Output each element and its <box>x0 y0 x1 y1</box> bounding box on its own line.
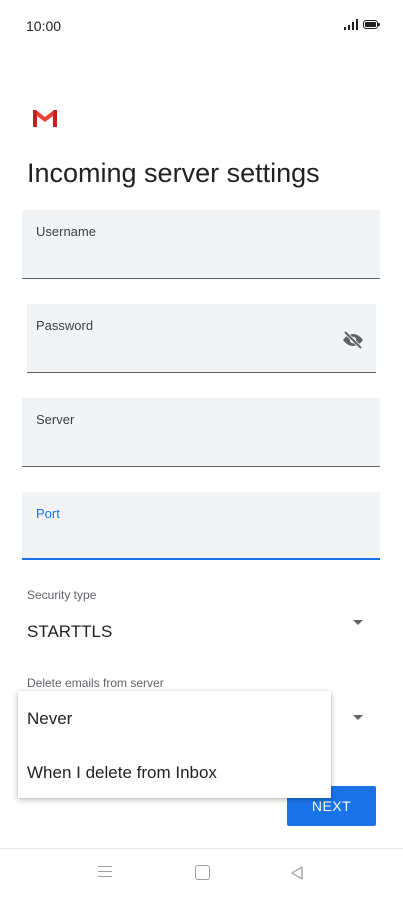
server-field[interactable]: Server <box>22 398 380 467</box>
nav-home-icon[interactable] <box>195 865 210 880</box>
server-label: Server <box>36 412 75 427</box>
system-nav-bar <box>0 848 403 897</box>
security-type-value: STARTTLS <box>27 622 113 641</box>
dropdown-arrow-icon <box>353 715 363 720</box>
password-label: Password <box>36 318 94 333</box>
username-label: Username <box>36 224 96 239</box>
nav-back-icon[interactable] <box>289 865 305 881</box>
gmail-logo <box>33 110 57 127</box>
delete-emails-menu: Never When I delete from Inbox <box>18 691 331 798</box>
port-field[interactable]: Port <box>22 492 380 560</box>
port-label: Port <box>36 506 60 521</box>
battery-icon <box>363 20 380 29</box>
signal-icon <box>344 19 358 30</box>
nav-menu-icon[interactable] <box>98 866 112 881</box>
status-time: 10:00 <box>26 18 62 34</box>
visibility-off-icon[interactable] <box>341 330 365 350</box>
status-icons <box>344 19 380 30</box>
menu-item-never[interactable]: Never <box>27 709 72 729</box>
password-field[interactable]: Password <box>27 304 376 373</box>
security-type-label: Security type <box>27 588 97 602</box>
delete-emails-label: Delete emails from server <box>27 676 164 690</box>
menu-item-when-deleted[interactable]: When I delete from Inbox <box>27 763 217 783</box>
page-title: Incoming server settings <box>27 158 320 188</box>
dropdown-arrow-icon <box>353 620 363 625</box>
username-field[interactable]: Username <box>22 210 380 279</box>
